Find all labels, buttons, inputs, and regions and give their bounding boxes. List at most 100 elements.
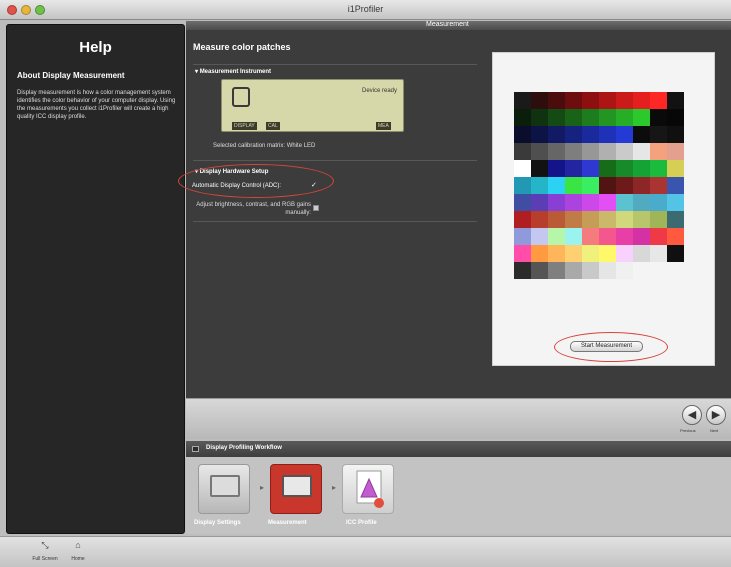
color-patch — [531, 228, 548, 245]
measurement-header: Measurement — [186, 21, 731, 30]
color-patch — [616, 126, 633, 143]
workflow-label-icc-profile: ICC Profile — [346, 520, 377, 526]
color-patch — [616, 211, 633, 228]
monitor-icon — [210, 475, 240, 497]
color-patch — [531, 126, 548, 143]
full-screen-label: Full Screen — [32, 556, 58, 562]
workflow-step-icc-profile[interactable] — [342, 464, 394, 514]
collapse-icon[interactable] — [192, 446, 199, 452]
home-icon[interactable]: ⌂ — [63, 540, 93, 550]
color-patch — [599, 211, 616, 228]
color-patch — [599, 160, 616, 177]
color-patch — [667, 211, 684, 228]
color-patch — [633, 245, 650, 262]
color-patch — [633, 160, 650, 177]
help-body: Display measurement is how a color manag… — [17, 90, 176, 120]
color-patch — [633, 194, 650, 211]
color-patch — [548, 194, 565, 211]
color-patch — [565, 160, 582, 177]
color-patch — [531, 109, 548, 126]
color-patch — [650, 211, 667, 228]
device-icon — [232, 87, 250, 107]
color-patch — [565, 92, 582, 109]
lcd-tag-cal: CAL — [266, 122, 280, 130]
manual-adjust-checkbox[interactable] — [313, 205, 319, 211]
color-patch — [531, 194, 548, 211]
calibration-matrix: Selected calibration matrix: White LED — [213, 143, 316, 149]
color-patch — [616, 92, 633, 109]
app-window: i1Profiler Help About Display Measuremen… — [0, 0, 731, 567]
color-patch — [565, 245, 582, 262]
manual-adjust-label: Adjust brightness, contrast, and RGB gai… — [196, 202, 311, 216]
color-patch — [582, 143, 599, 160]
color-patch — [531, 177, 548, 194]
next-button[interactable]: ▶ — [706, 405, 726, 425]
color-patch — [667, 143, 684, 160]
home-label: Home — [71, 556, 85, 562]
highlight-oval — [178, 164, 334, 198]
color-patch — [650, 109, 667, 126]
workflow-step-display-settings[interactable] — [198, 464, 250, 514]
lcd-tag-display: DISPLAY — [232, 122, 257, 130]
color-patch — [616, 160, 633, 177]
color-patch — [582, 228, 599, 245]
instrument-heading: Measurement Instrument — [199, 69, 272, 75]
color-patch — [616, 177, 633, 194]
color-patch — [548, 143, 565, 160]
full-screen-icon[interactable]: ⤡ — [30, 540, 60, 551]
color-patch — [531, 262, 548, 279]
color-patch — [650, 126, 667, 143]
highlight-oval — [554, 332, 668, 362]
color-patch — [616, 245, 633, 262]
color-patch — [650, 143, 667, 160]
color-patch — [548, 160, 565, 177]
color-patch — [667, 194, 684, 211]
color-patch — [548, 126, 565, 143]
color-patch — [548, 109, 565, 126]
color-patch — [565, 126, 582, 143]
device-status: Device ready — [361, 88, 397, 94]
color-patch — [633, 126, 650, 143]
color-patch — [531, 211, 548, 228]
measurement-header-label: Measurement — [426, 21, 469, 28]
color-patch — [514, 126, 531, 143]
color-patch — [548, 92, 565, 109]
color-patch — [548, 228, 565, 245]
color-patch — [650, 177, 667, 194]
next-label: Next — [710, 428, 719, 433]
color-patch — [531, 245, 548, 262]
color-patch — [582, 245, 599, 262]
color-patch — [565, 143, 582, 160]
color-patch — [582, 126, 599, 143]
workflow-step-measurement[interactable] — [270, 464, 322, 514]
color-patch — [531, 143, 548, 160]
color-patch — [514, 194, 531, 211]
color-patch — [582, 262, 599, 279]
color-patch — [667, 109, 684, 126]
color-patch — [599, 143, 616, 160]
arrow-right-icon: ▶ — [711, 409, 721, 421]
color-patch — [531, 160, 548, 177]
color-patch — [548, 262, 565, 279]
color-patch — [548, 211, 565, 228]
previous-button[interactable]: ◀ — [682, 405, 702, 425]
color-patch — [565, 109, 582, 126]
color-patch — [565, 211, 582, 228]
color-patch — [633, 228, 650, 245]
section-title: Measure color patches — [193, 42, 291, 52]
color-patch — [599, 177, 616, 194]
color-patch — [582, 177, 599, 194]
color-patch — [667, 177, 684, 194]
color-patch — [582, 194, 599, 211]
color-patch — [616, 262, 633, 279]
color-patch — [514, 177, 531, 194]
instrument-disclosure[interactable]: ▾ Measurement Instrument — [195, 68, 271, 75]
color-patch — [514, 109, 531, 126]
color-patch — [633, 143, 650, 160]
color-patch — [650, 228, 667, 245]
icc-profile-icon — [356, 470, 384, 508]
color-patch — [599, 109, 616, 126]
color-patch — [633, 211, 650, 228]
color-patch — [514, 211, 531, 228]
previous-label: Previous — [680, 428, 696, 433]
